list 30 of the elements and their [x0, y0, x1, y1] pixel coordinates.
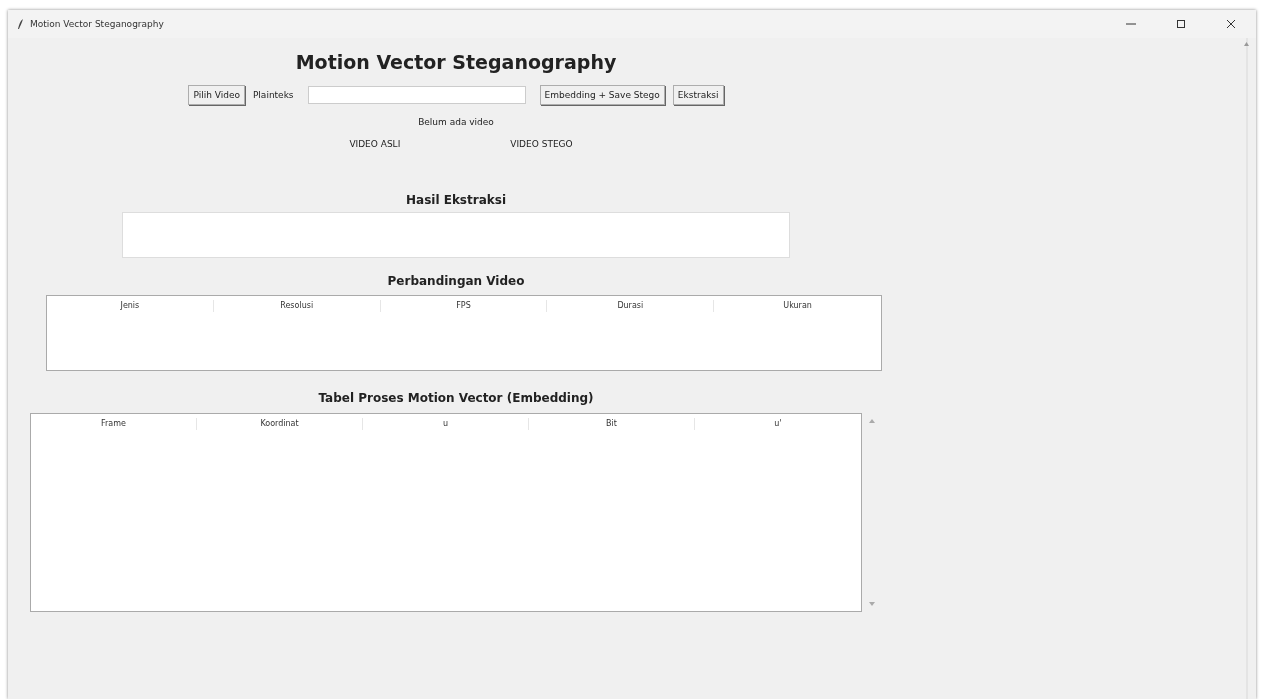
status-text: Belum ada video	[418, 117, 494, 127]
section-title: Perbandingan Video	[387, 274, 525, 288]
column-header[interactable]: Frame	[31, 418, 197, 430]
app-heading: Motion Vector Steganography	[295, 51, 617, 75]
column-header[interactable]: Durasi	[547, 300, 715, 312]
column-header[interactable]: u'	[695, 418, 861, 430]
column-header[interactable]: Jenis	[47, 300, 214, 312]
plaintext-field[interactable]	[307, 86, 526, 104]
scroll-up-icon[interactable]	[869, 419, 875, 423]
embed-save-button[interactable]: Embedding + Save Stego	[539, 85, 665, 105]
column-header[interactable]: Resolusi	[213, 300, 381, 312]
column-header[interactable]: Bit	[529, 418, 695, 430]
section-title: Hasil Ekstraksi	[406, 193, 506, 207]
scroll-up-icon[interactable]	[1244, 42, 1249, 46]
video-label: VIDEO STEGO	[510, 139, 573, 149]
extract-button[interactable]: Ekstraksi	[672, 85, 724, 105]
column-header[interactable]: u	[363, 418, 529, 430]
pick-video-button[interactable]: Pilih Video	[188, 85, 245, 105]
maximize-icon	[1176, 19, 1186, 29]
scroll-down-icon[interactable]	[869, 602, 875, 606]
feather-icon	[18, 19, 24, 29]
column-header[interactable]: FPS	[380, 300, 548, 312]
close-icon	[1226, 19, 1236, 29]
extraction-output[interactable]	[122, 212, 790, 258]
column-header[interactable]: Ukuran	[714, 300, 881, 312]
column-header[interactable]: Koordinat	[197, 418, 363, 430]
video-label: VIDEO ASLI	[349, 139, 401, 149]
section-title: Tabel Proses Motion Vector (Embedding)	[318, 391, 594, 405]
plaintext-label: Plainteks	[252, 90, 294, 100]
window-title: Motion Vector Steganography	[30, 19, 164, 29]
